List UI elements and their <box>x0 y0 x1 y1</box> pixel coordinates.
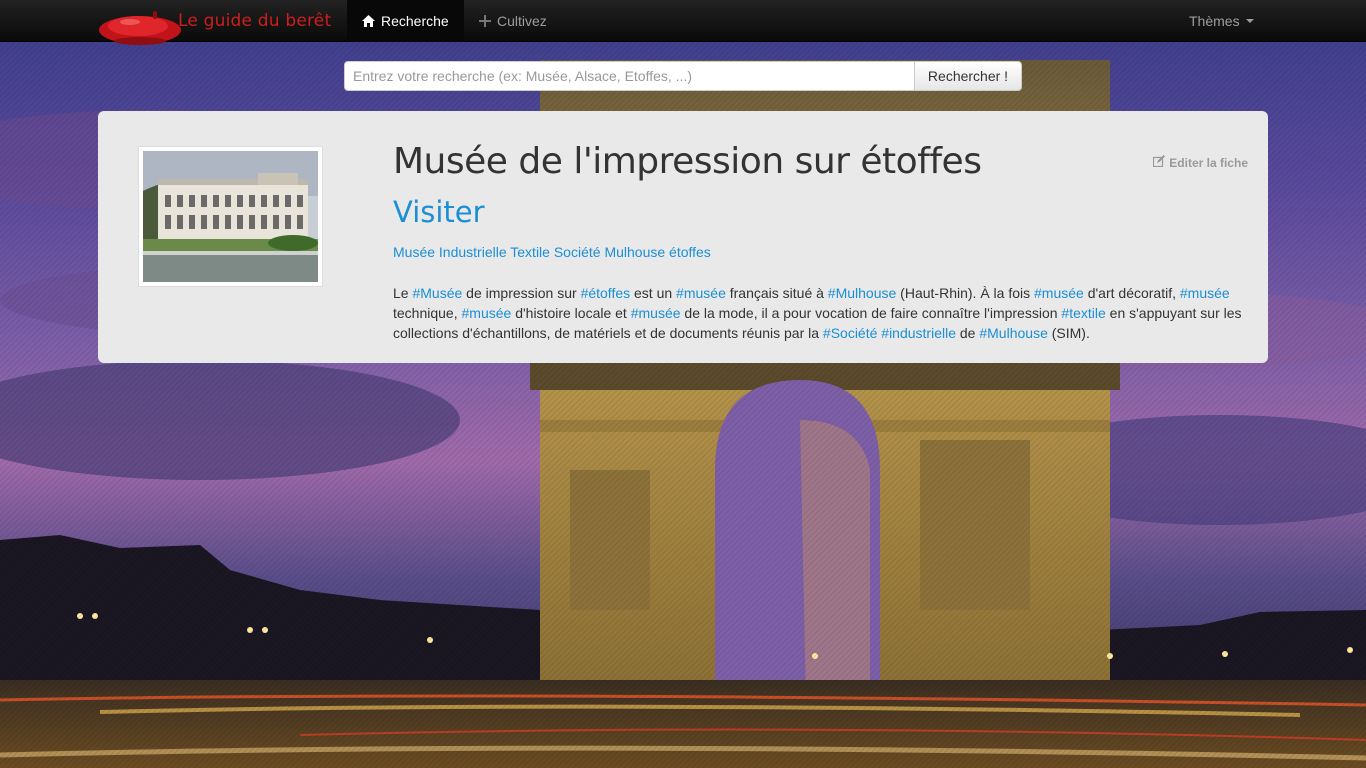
tag-link[interactable]: étoffes <box>669 244 711 260</box>
hashtag-link[interactable]: #musée <box>462 305 512 321</box>
description-text: (SIM). <box>1047 325 1090 341</box>
hashtag-link[interactable]: #étoffes <box>581 285 631 301</box>
description-text: français situé à <box>725 285 828 301</box>
description-text: d'histoire locale et <box>511 305 631 321</box>
nav-recherche-label: Recherche <box>381 13 449 29</box>
beret-logo-icon <box>99 11 181 45</box>
hashtag-link[interactable]: #musée <box>1034 285 1084 301</box>
search-button[interactable]: Rechercher ! <box>914 61 1022 91</box>
hashtag-link[interactable]: #Mulhouse <box>979 325 1048 341</box>
nav-recherche[interactable]: Recherche <box>347 0 464 42</box>
description-text: de impression sur <box>462 285 581 301</box>
tag-link[interactable]: Textile <box>510 244 550 260</box>
museum-photo <box>138 146 323 287</box>
tag-link[interactable]: Musée <box>393 244 435 260</box>
description-text: de la mode, il a pour vocation de faire … <box>680 305 1062 321</box>
nav-cultivez-label: Cultivez <box>497 13 547 29</box>
description-text: technique, <box>393 305 462 321</box>
tag-list: Musée Industrielle Textile Société Mulho… <box>393 244 711 260</box>
edit-label: Editer la fiche <box>1169 155 1248 170</box>
description-text: Le <box>393 285 413 301</box>
nav-cultivez[interactable]: Cultivez <box>464 0 562 42</box>
hashtag-link[interactable]: #textile <box>1061 305 1105 321</box>
tag-link[interactable]: Mulhouse <box>604 244 665 260</box>
museum-description: Le #Musée de impression sur #étoffes est… <box>393 283 1248 343</box>
hashtag-link[interactable]: #Société <box>823 325 877 341</box>
caret-down-icon <box>1245 19 1254 23</box>
home-icon <box>362 15 375 27</box>
description-text: (Haut-Rhin). À la fois <box>896 285 1035 301</box>
top-navbar: Le guide du berêt Recherche Cultivez Thè… <box>0 0 1366 45</box>
tag-link[interactable]: Industrielle <box>439 244 507 260</box>
themes-label: Thèmes <box>1189 13 1240 29</box>
search-input[interactable] <box>344 61 914 91</box>
hashtag-link[interactable]: #musée <box>676 285 726 301</box>
description-text: est un <box>630 285 677 301</box>
hashtag-link[interactable]: #musée <box>1180 285 1230 301</box>
brand-title: Le guide du berêt <box>178 11 332 31</box>
description-text: de <box>956 325 980 341</box>
hashtag-link[interactable]: #industrielle <box>881 325 956 341</box>
page-title: Musée de l'impression sur étoffes <box>393 141 982 182</box>
museum-card: Musée de l'impression sur étoffes Visite… <box>98 111 1268 363</box>
plus-icon <box>479 15 491 27</box>
edit-icon <box>1153 155 1166 170</box>
description-text: d'art décoratif, <box>1083 285 1180 301</box>
hashtag-link[interactable]: #musée <box>631 305 681 321</box>
hashtag-link[interactable]: #Mulhouse <box>828 285 897 301</box>
brand-link[interactable]: Le guide du berêt <box>98 0 348 45</box>
search-form: Rechercher ! <box>344 61 1022 91</box>
visit-link[interactable]: Visiter <box>393 195 485 229</box>
edit-sheet-link[interactable]: Editer la fiche <box>1153 155 1248 170</box>
themes-dropdown[interactable]: Thèmes <box>1174 0 1269 42</box>
tag-link[interactable]: Société <box>554 244 601 260</box>
hashtag-link[interactable]: #Musée <box>412 285 462 301</box>
